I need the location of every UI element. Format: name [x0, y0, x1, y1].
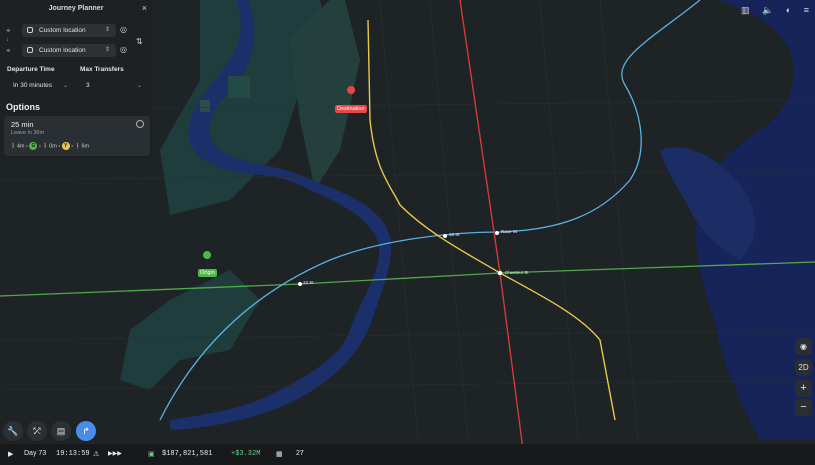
- day-counter: Day 73: [24, 450, 47, 457]
- clock: 19:13:59: [56, 450, 90, 458]
- station-label: 33 St: [303, 280, 314, 285]
- zoom-in-button[interactable]: +: [795, 380, 812, 397]
- chevron-updown-icon: ⇕: [104, 27, 110, 33]
- route-duration: 25 min: [11, 120, 34, 129]
- walk-duration: 4m: [16, 143, 25, 150]
- station-dot[interactable]: [497, 270, 503, 276]
- chevron-right-icon: ›: [58, 143, 61, 150]
- chevron-down-icon: ⌄: [62, 83, 68, 89]
- location-pin-icon: ⌖: [6, 26, 11, 35]
- chevron-right-icon: ›: [38, 143, 41, 150]
- wrench-icon[interactable]: 🔧: [3, 421, 23, 441]
- money-balance: $187,821,581: [162, 450, 213, 458]
- volume-icon[interactable]: 🔈: [762, 5, 773, 15]
- status-bar: ▶ Day 73 19:13:59 ⚠ ▶▶▶ ▣ $187,821,581 +…: [0, 444, 815, 465]
- options-heading: Options: [6, 102, 40, 112]
- top-right-toolbar: ▥ 🔈 ◐ ≡: [731, 5, 809, 16]
- departure-time-label: Departure Time: [7, 66, 55, 73]
- swap-locations-icon[interactable]: ⇅: [136, 37, 143, 46]
- directions-icon[interactable]: ↱: [76, 421, 96, 441]
- chart-icon[interactable]: ▤: [51, 421, 71, 441]
- route-option-card[interactable]: 25 min Leave in 36m 🚶4m › G › 🚶0m › Y › …: [4, 116, 150, 156]
- location-icon[interactable]: ◉: [795, 338, 812, 355]
- line-badge-green: G: [29, 142, 38, 150]
- station-dot[interactable]: [298, 282, 302, 286]
- location-type-icon: [27, 47, 33, 53]
- journey-planner-panel: Journey Planner × ⌖ Custom location ⇕ ◎ …: [0, 0, 152, 158]
- chevron-right-icon: ›: [26, 143, 28, 150]
- from-location-value: Custom location: [39, 27, 86, 34]
- walk-icon: 🚶: [10, 143, 17, 150]
- departure-time-select[interactable]: In 30 minutes ⌄: [4, 79, 72, 92]
- money-icon: ▣: [148, 451, 155, 458]
- speed-icon[interactable]: ▶▶▶: [108, 450, 122, 457]
- origin-label: Origin: [198, 269, 217, 277]
- train-icon[interactable]: ▦: [276, 450, 283, 458]
- panel-title: Journey Planner: [48, 5, 104, 12]
- route-leave-time: Leave in 36m: [11, 130, 45, 136]
- play-icon[interactable]: ▶: [8, 450, 13, 458]
- location-type-icon: [27, 27, 33, 33]
- pond: [228, 76, 250, 98]
- arrow-down-icon: ↓: [6, 37, 9, 43]
- location-pin-icon: ⌖: [6, 46, 11, 55]
- chevron-down-icon: ⌄: [136, 83, 142, 89]
- route-icon[interactable]: ⤱: [27, 421, 47, 441]
- max-transfers-label: Max Transfers: [80, 66, 124, 73]
- walk-duration: 0m: [49, 143, 57, 150]
- chevron-updown-icon: ⇕: [104, 47, 110, 53]
- money-delta: +$3.32M: [231, 450, 261, 458]
- zoom-out-button[interactable]: −: [795, 399, 812, 416]
- chevron-right-icon: ›: [71, 143, 74, 150]
- view-mode-button[interactable]: 2D: [795, 359, 812, 376]
- pick-on-map-icon[interactable]: ◎: [120, 45, 127, 54]
- station-dot[interactable]: [495, 231, 499, 235]
- to-location-value: Custom location: [39, 47, 86, 54]
- route-steps: 🚶4m › G › 🚶0m › Y › 🚶6m: [10, 142, 89, 150]
- station-label: 18 St: [449, 232, 460, 237]
- pick-on-map-icon[interactable]: ◎: [120, 25, 127, 34]
- to-location-select[interactable]: Custom location ⇕: [22, 44, 116, 57]
- info-icon[interactable]: [136, 120, 144, 128]
- station-label: Race St: [501, 229, 518, 234]
- max-transfers-value: 3: [86, 82, 90, 89]
- map-icon[interactable]: ▥: [741, 5, 750, 15]
- close-icon[interactable]: ×: [142, 3, 147, 13]
- pond: [200, 100, 210, 112]
- train-count: 27: [296, 450, 304, 457]
- max-transfers-select[interactable]: 3 ⌄: [80, 79, 146, 92]
- walk-duration: 6m: [81, 143, 90, 150]
- destination-label: Destination: [335, 105, 367, 113]
- from-location-select[interactable]: Custom location ⇕: [22, 24, 116, 37]
- menu-icon[interactable]: ≡: [804, 5, 809, 15]
- departure-time-value: In 30 minutes: [13, 82, 53, 89]
- theme-toggle-icon[interactable]: ◐: [786, 5, 791, 15]
- station-dot[interactable]: [443, 234, 447, 238]
- warning-icon[interactable]: ⚠: [93, 450, 99, 458]
- station-label: Chestnut St: [505, 270, 529, 275]
- line-badge-yellow: Y: [61, 142, 70, 150]
